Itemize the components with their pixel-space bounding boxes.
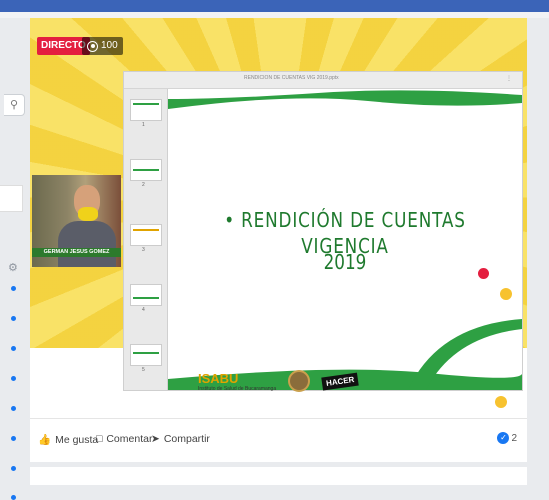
webcam-feed: GERMAN JESUS GOMEZ	[32, 175, 121, 267]
video-player[interactable]: DIRECTO 100 GERMAN JESUS GOMEZ RENDICION…	[30, 18, 527, 418]
search-icon[interactable]: ⚲	[4, 94, 25, 116]
rail-dot[interactable]	[11, 376, 16, 381]
rail-dot[interactable]	[11, 436, 16, 441]
slide-thumbnail[interactable]	[130, 284, 162, 306]
rail-dot[interactable]	[11, 406, 16, 411]
slide-thumbnail[interactable]	[130, 224, 162, 246]
city-seal	[288, 370, 311, 392]
presenter-name: GERMAN JESUS GOMEZ	[32, 248, 121, 257]
window-title: RENDICION DE CUENTAS VIG 2019.pptx	[244, 75, 339, 81]
rail-dot[interactable]	[11, 346, 16, 351]
heart-reaction-icon	[478, 268, 489, 279]
rail-panel[interactable]	[0, 185, 23, 212]
reaction-count[interactable]: ✓ 2	[497, 432, 517, 444]
rail-dot[interactable]	[11, 286, 16, 291]
live-video-post: DIRECTO 100 GERMAN JESUS GOMEZ RENDICION…	[30, 18, 527, 462]
like-button[interactable]: 👍 Me gusta	[38, 433, 98, 447]
next-post-card	[30, 467, 527, 485]
slide-number: 1	[142, 122, 145, 128]
top-bar	[0, 0, 549, 12]
presenter-mask	[78, 207, 98, 221]
isabu-logo: ISABU Instituto de Salud de Bucaramanga	[198, 370, 277, 392]
like-badge-icon: ✓	[497, 432, 510, 444]
footer-logos: ISABU Instituto de Salud de Bucaramanga …	[198, 370, 360, 392]
slide-number: 4	[142, 307, 145, 313]
share-button[interactable]: ➤ Compartir	[151, 433, 210, 445]
rail-dot[interactable]	[11, 495, 16, 500]
slide-thumbnail[interactable]	[130, 159, 162, 181]
viewer-count-value: 100	[101, 40, 118, 51]
presentation-window: RENDICION DE CUENTAS VIG 2019.pptx ⋮ 1 2…	[123, 71, 523, 391]
rail-dot[interactable]	[11, 466, 16, 471]
comment-icon: □	[96, 433, 103, 445]
emoji-reaction-icon	[500, 288, 512, 300]
share-icon: ➤	[151, 433, 160, 445]
window-titlebar: RENDICION DE CUENTAS VIG 2019.pptx ⋮	[124, 72, 522, 89]
slide-thumbnails: 1 2 3 4 5	[124, 89, 168, 390]
post-actions: 👍 Me gusta □ Comentar ➤ Compartir ✓ 2	[30, 418, 527, 462]
left-rail: ⚲ ⚙	[0, 18, 28, 500]
viewer-count: 100	[82, 37, 123, 55]
presenter-body	[58, 221, 116, 267]
rail-dot[interactable]	[11, 316, 16, 321]
thumbs-up-icon: 👍	[38, 434, 52, 446]
slide-number: 3	[142, 247, 145, 253]
slide-thumbnail[interactable]	[130, 344, 162, 366]
slide-number: 5	[142, 367, 145, 373]
comment-button[interactable]: □ Comentar	[96, 433, 152, 445]
window-tools: ⋮	[506, 76, 512, 82]
slide-thumbnail[interactable]	[130, 99, 162, 121]
emoji-reaction-icon	[495, 396, 507, 408]
slide-year: 2019	[323, 250, 367, 274]
gear-icon[interactable]: ⚙	[8, 261, 18, 274]
current-slide: • RENDICIÓN DE CUENTAS VIGENCIA 2019	[168, 89, 522, 390]
eye-icon	[87, 40, 98, 52]
slide-number: 2	[142, 182, 145, 188]
hacer-logo: HACER	[321, 372, 360, 390]
